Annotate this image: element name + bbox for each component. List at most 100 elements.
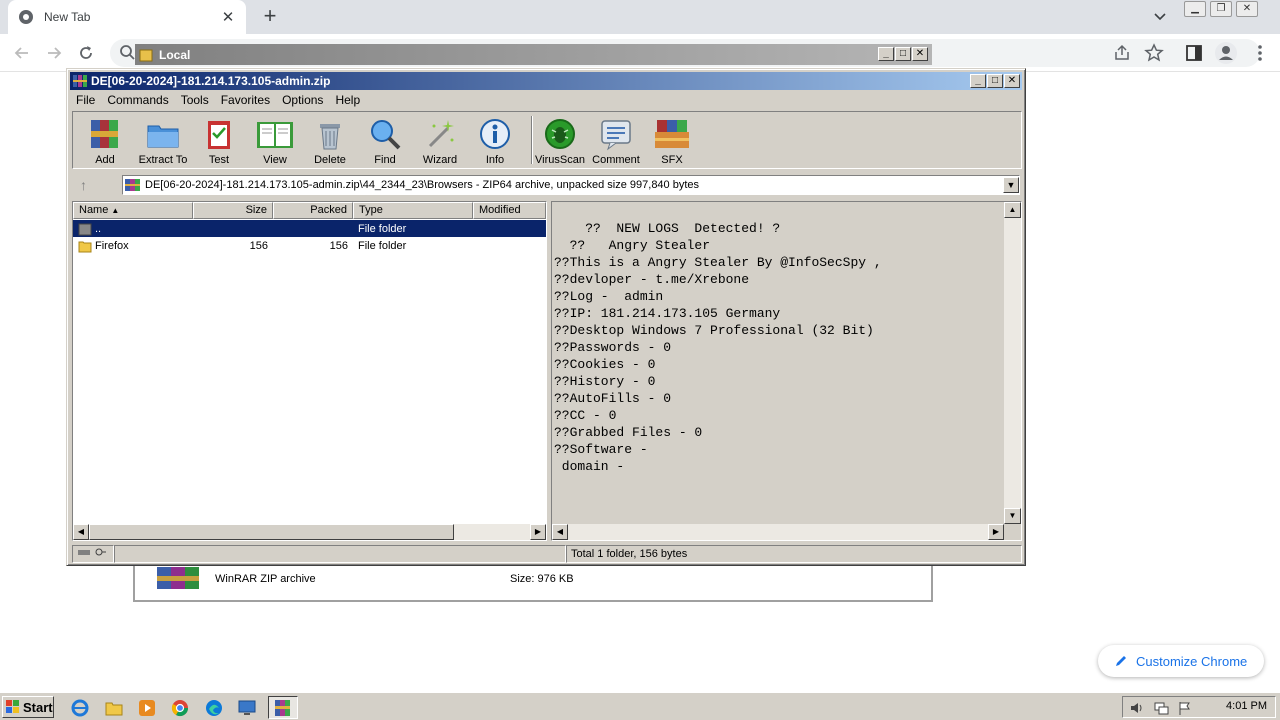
winrar-maximize-button[interactable]: □ (987, 74, 1003, 88)
column-modified[interactable]: Modified (473, 202, 546, 219)
winrar-minimize-button[interactable]: _ (970, 74, 986, 88)
menu-help[interactable]: Help (329, 93, 366, 107)
trash-icon (320, 124, 340, 150)
tab-search-chevron-icon[interactable] (1150, 6, 1170, 26)
add-button[interactable]: Add (76, 116, 134, 166)
scroll-right-icon[interactable]: ▶ (988, 524, 1004, 540)
find-button[interactable]: Find (356, 116, 414, 166)
info-icon (480, 119, 510, 149)
side-panel-icon[interactable] (1184, 43, 1204, 63)
winrar-toolbar: Add Extract To Test View Delete Find Wiz… (72, 111, 1022, 169)
bookmark-star-icon[interactable] (1144, 43, 1164, 63)
menu-commands[interactable]: Commands (101, 93, 174, 107)
network-icon[interactable] (1153, 700, 1169, 716)
wand-icon (428, 120, 454, 148)
extract-folder-icon (147, 125, 179, 148)
column-type[interactable]: Type (353, 202, 473, 219)
tab-title: New Tab (44, 10, 91, 24)
start-button[interactable]: Start (2, 696, 54, 718)
delete-button[interactable]: Delete (301, 116, 359, 166)
system-tray: 4:01 PM (1122, 696, 1276, 718)
edge-icon[interactable] (204, 698, 224, 718)
chrome-icon[interactable] (170, 698, 190, 718)
share-icon[interactable] (1112, 43, 1132, 63)
customize-chrome-button[interactable]: Customize Chrome (1098, 645, 1264, 677)
chrome-tab-new-tab[interactable]: New Tab ✕ (8, 0, 246, 34)
winrar-app-icon (73, 75, 87, 87)
drive-icon (78, 548, 106, 556)
winrar-titlebar[interactable]: DE[06-20-2024]-181.214.173.105-admin.zip… (70, 72, 1022, 90)
scroll-down-icon[interactable]: ▼ (1004, 508, 1021, 524)
view-button[interactable]: View (246, 116, 304, 166)
path-bar: ↑ DE[06-20-2024]-181.214.173.105-admin.z… (72, 173, 1022, 197)
scroll-up-icon[interactable]: ▲ (1004, 202, 1021, 218)
bug-icon (545, 119, 575, 149)
comment-hscrollbar[interactable]: ◀ ▶ (552, 524, 1004, 540)
desktop-icon[interactable] (237, 698, 257, 718)
local-maximize-button[interactable]: □ (895, 47, 911, 61)
chrome-menu-icon[interactable] (1250, 43, 1270, 63)
extract-to-button[interactable]: Extract To (134, 116, 192, 166)
forward-icon[interactable] (44, 43, 64, 63)
ie-icon[interactable] (70, 698, 90, 718)
column-size[interactable]: Size (193, 202, 273, 219)
column-name[interactable]: Name ▲ (73, 202, 193, 219)
volume-icon[interactable] (1129, 700, 1145, 716)
scroll-thumb[interactable] (89, 524, 454, 540)
menu-options[interactable]: Options (276, 93, 329, 107)
magnifier-icon (371, 120, 401, 150)
reload-icon[interactable] (76, 43, 96, 63)
comment-vscrollbar[interactable]: ▲ ▼ (1004, 202, 1021, 524)
comment-button[interactable]: Comment (587, 116, 645, 166)
local-window-titlebar[interactable]: Local _ □ ✕ (135, 44, 932, 65)
file-list-hscrollbar[interactable]: ◀ ▶ (73, 524, 546, 540)
winrar-taskbar-button[interactable] (268, 696, 298, 719)
minimize-icon[interactable]: ▁ (1184, 1, 1206, 17)
scroll-left-icon[interactable]: ◀ (552, 524, 568, 540)
archive-comment-text: ?? NEW LOGS Detected! ? ?? Angry Stealer… (554, 221, 882, 474)
pencil-icon (1116, 656, 1126, 666)
local-close-button[interactable]: ✕ (912, 47, 928, 61)
virusscan-button[interactable]: VirusScan (531, 116, 589, 166)
profile-avatar-icon[interactable] (1214, 41, 1238, 65)
new-tab-button[interactable]: + (258, 5, 282, 29)
sfx-books-icon (655, 120, 689, 148)
media-player-icon[interactable] (137, 698, 157, 718)
restore-icon[interactable]: ❐ (1210, 1, 1232, 17)
sort-asc-icon: ▲ (111, 206, 120, 215)
table-row[interactable]: Firefox 156 156 File folder (73, 237, 546, 254)
archive-path-text: DE[06-20-2024]-181.214.173.105-admin.zip… (145, 179, 700, 191)
winrar-taskbar-icon (275, 700, 290, 716)
up-folder-icon[interactable]: ↑ (80, 177, 96, 193)
back-icon[interactable] (12, 43, 32, 63)
action-center-flag-icon[interactable] (1177, 700, 1193, 716)
taskbar: Start 4:01 PM (0, 692, 1280, 720)
archive-comment-panel: ?? NEW LOGS Detected! ? ?? Angry Stealer… (551, 201, 1022, 541)
table-row[interactable]: .. File folder (73, 220, 546, 237)
scroll-left-icon[interactable]: ◀ (73, 524, 89, 540)
chrome-favicon-icon (19, 10, 33, 24)
tab-close-icon[interactable]: ✕ (220, 8, 236, 26)
explorer-icon[interactable] (104, 698, 124, 718)
test-clipboard-icon (208, 121, 230, 149)
close-window-icon[interactable]: ✕ (1236, 1, 1258, 17)
path-dropdown-arrow-icon[interactable]: ▼ (1003, 177, 1019, 193)
parent-folder-icon (78, 223, 92, 235)
test-button[interactable]: Test (190, 116, 248, 166)
sfx-button[interactable]: SFX (643, 116, 701, 166)
archive-path-combobox[interactable]: DE[06-20-2024]-181.214.173.105-admin.zip… (122, 175, 1020, 195)
column-packed[interactable]: Packed (273, 202, 353, 219)
winrar-archive-icon (157, 567, 199, 589)
wizard-button[interactable]: Wizard (411, 116, 469, 166)
local-window-body: WinRAR ZIP archive Size: 976 KB (133, 560, 933, 602)
menu-favorites[interactable]: Favorites (215, 93, 276, 107)
local-minimize-button[interactable]: _ (878, 47, 894, 61)
scroll-right-icon[interactable]: ▶ (530, 524, 546, 540)
drive-icons[interactable] (72, 545, 114, 563)
winrar-title: DE[06-20-2024]-181.214.173.105-admin.zip (91, 74, 331, 88)
info-button[interactable]: Info (466, 116, 524, 166)
menu-tools[interactable]: Tools (175, 93, 215, 107)
clock[interactable]: 4:01 PM (1226, 700, 1267, 712)
winrar-close-button[interactable]: ✕ (1004, 74, 1020, 88)
menu-file[interactable]: File (70, 93, 101, 107)
